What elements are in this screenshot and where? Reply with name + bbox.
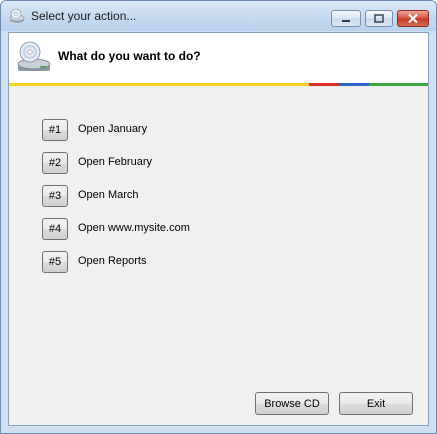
action-3-button[interactable]: #3 <box>42 185 68 207</box>
action-1-button[interactable]: #1 <box>42 119 68 141</box>
minimize-button[interactable] <box>331 10 361 27</box>
cd-drive-icon <box>16 40 52 74</box>
dialog-client-area: What do you want to do? #1 Open January … <box>8 32 429 426</box>
action-item-5: #5 Open Reports <box>42 251 242 275</box>
close-button[interactable] <box>397 10 429 27</box>
window-title: Select your action... <box>31 9 137 23</box>
action-4-button[interactable]: #4 <box>42 218 68 240</box>
action-2-label: Open February <box>78 156 152 168</box>
action-2-button[interactable]: #2 <box>42 152 68 174</box>
title-bar[interactable]: Select your action... <box>1 1 436 31</box>
dialog-window: Select your action... What do you want t… <box>0 0 437 434</box>
maximize-icon <box>374 14 384 23</box>
action-1-label: Open January <box>78 123 148 135</box>
maximize-button[interactable] <box>365 10 393 27</box>
action-4-label: Open www.mysite.com <box>78 222 190 234</box>
close-icon <box>408 13 418 24</box>
cd-drive-icon <box>9 8 25 24</box>
action-5-button[interactable]: #5 <box>42 251 68 273</box>
exit-button[interactable]: Exit <box>339 392 413 415</box>
action-3-label: Open March <box>78 189 139 201</box>
minimize-icon <box>342 20 350 22</box>
browse-cd-button[interactable]: Browse CD <box>255 392 329 415</box>
action-item-2: #2 Open February <box>42 152 242 176</box>
action-item-1: #1 Open January <box>42 119 242 143</box>
action-item-4: #4 Open www.mysite.com <box>42 218 242 242</box>
header-title: What do you want to do? <box>58 49 201 63</box>
action-item-3: #3 Open March <box>42 185 242 209</box>
dialog-header: What do you want to do? <box>9 33 428 83</box>
action-5-label: Open Reports <box>78 255 147 267</box>
